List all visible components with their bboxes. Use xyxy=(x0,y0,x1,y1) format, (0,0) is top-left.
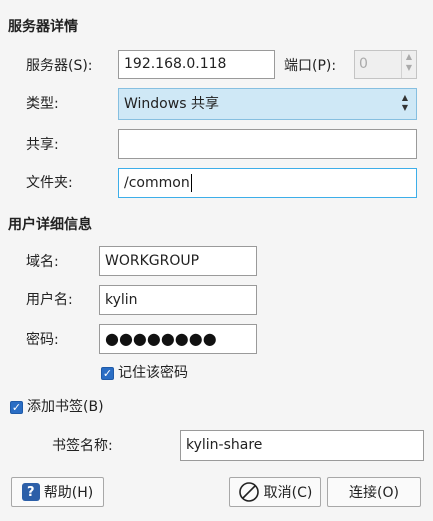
folder-label: 文件夹: xyxy=(26,175,73,191)
port-label: 端口(P): xyxy=(284,58,337,74)
folder-input[interactable]: /common xyxy=(118,168,417,198)
checkmark-icon[interactable]: ✓ xyxy=(10,400,23,414)
help-button[interactable]: ? 帮助(H) xyxy=(11,477,104,507)
help-icon: ? xyxy=(21,483,40,501)
domain-input[interactable]: WORKGROUP xyxy=(99,246,257,276)
share-input[interactable] xyxy=(118,129,417,159)
remember-password-checkbox[interactable]: ✓ 记住该密码 xyxy=(101,363,188,383)
domain-label: 域名: xyxy=(26,254,59,270)
cancel-button[interactable]: 取消(C) xyxy=(229,477,321,507)
password-label: 密码: xyxy=(26,332,59,348)
checkmark-icon[interactable]: ✓ xyxy=(101,366,114,380)
server-label: 服务器(S): xyxy=(26,58,93,74)
spin-arrows-icon[interactable]: ▲ ▼ xyxy=(401,51,416,78)
connect-button-label: 连接(O) xyxy=(349,485,399,501)
password-input[interactable]: ●●●●●●●● xyxy=(99,324,257,354)
user-details-title: 用户详细信息 xyxy=(8,217,92,233)
port-spinbox[interactable]: 0 ▲ ▼ xyxy=(354,50,417,79)
type-label: 类型: xyxy=(26,96,59,112)
remember-password-label: 记住该密码 xyxy=(118,365,188,381)
cancel-icon xyxy=(238,482,259,502)
port-value: 0 xyxy=(359,56,368,72)
add-bookmark-label: 添加书签(B) xyxy=(27,399,104,415)
help-button-label: 帮助(H) xyxy=(43,485,94,501)
type-select-value: Windows 共享 xyxy=(124,96,219,112)
add-bookmark-checkbox[interactable]: ✓ 添加书签(B) xyxy=(10,397,104,417)
bookmark-name-label: 书签名称: xyxy=(52,438,113,454)
connect-button[interactable]: 连接(O) xyxy=(327,477,421,507)
combo-arrows-icon: ▲ ▼ xyxy=(401,93,408,112)
folder-value: /common xyxy=(124,175,190,191)
text-caret xyxy=(190,174,192,192)
share-label: 共享: xyxy=(26,137,59,153)
server-details-title: 服务器详情 xyxy=(8,19,78,35)
bookmark-name-input[interactable]: kylin-share xyxy=(180,430,424,461)
cancel-button-label: 取消(C) xyxy=(263,485,313,501)
username-label: 用户名: xyxy=(26,292,73,308)
type-select[interactable]: Windows 共享 ▲ ▼ xyxy=(118,88,417,120)
server-input[interactable]: 192.168.0.118 xyxy=(118,50,275,79)
username-input[interactable]: kylin xyxy=(99,285,257,315)
